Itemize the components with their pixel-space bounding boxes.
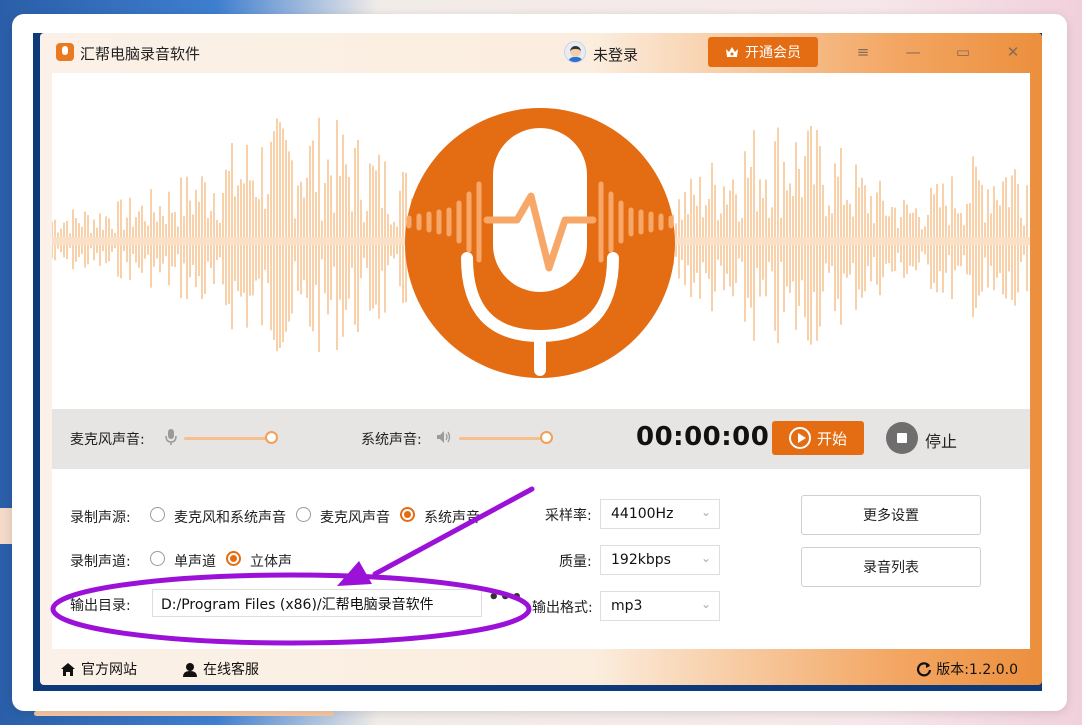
version-info: 版本:1.2.0.0 — [916, 659, 1018, 679]
record-list-button[interactable]: 录音列表 — [801, 547, 981, 587]
headset-icon — [183, 662, 197, 677]
home-icon — [61, 662, 75, 676]
source-label: 录制声源: — [70, 510, 131, 526]
browse-button[interactable]: ••• — [488, 587, 523, 608]
source-option-system-radio[interactable] — [400, 507, 415, 522]
output-dir-field[interactable]: D:/Program Files (x86)/汇帮电脑录音软件 — [152, 589, 482, 617]
channel-option-mono-radio[interactable] — [150, 551, 165, 566]
maximize-icon[interactable]: ▭ — [952, 41, 974, 63]
mic-volume-slider[interactable] — [184, 437, 276, 440]
hero-banner — [52, 73, 1030, 409]
output-dir-label: 输出目录: — [70, 598, 131, 614]
vip-button[interactable]: 开通会员 — [708, 37, 818, 67]
stop-icon[interactable] — [886, 422, 918, 454]
channel-label: 录制声道: — [70, 554, 131, 570]
footer-bar: 官方网站 在线客服 版本:1.2.0.0 — [40, 649, 1042, 685]
app-title: 汇帮电脑录音软件 — [80, 45, 201, 63]
microphone-icon — [164, 428, 178, 446]
vip-button-label: 开通会员 — [745, 45, 801, 61]
sample-rate-select[interactable]: 44100Hz ⌄ — [600, 499, 720, 529]
channel-option-stereo-radio[interactable] — [226, 551, 241, 566]
start-button-label: 开始 — [816, 429, 847, 448]
website-label: 官方网站 — [81, 662, 137, 678]
title-bar: 汇帮电脑录音软件 未登录 开通会员 ≡ — ▭ ✕ — [40, 33, 1042, 73]
system-volume-slider-thumb[interactable] — [540, 431, 554, 444]
quality-value: 192kbps — [611, 552, 671, 568]
mic-volume-label: 麦克风声音: — [70, 432, 145, 448]
more-settings-button[interactable]: 更多设置 — [801, 495, 981, 535]
chevron-down-icon: ⌄ — [700, 505, 711, 519]
format-label: 输出格式: — [532, 600, 593, 616]
source-option-mic-and-system[interactable]: 麦克风和系统声音 — [174, 507, 286, 527]
refresh-icon — [917, 662, 932, 677]
start-button[interactable]: 开始 — [772, 421, 864, 455]
format-value: mp3 — [611, 598, 643, 614]
format-select[interactable]: mp3 ⌄ — [600, 591, 720, 621]
login-status[interactable]: 未登录 — [593, 44, 638, 65]
website-link[interactable]: 官方网站 — [60, 659, 137, 679]
chevron-down-icon: ⌄ — [700, 597, 711, 611]
system-volume-slider[interactable] — [459, 437, 551, 440]
play-icon — [788, 427, 811, 449]
mic-volume-slider-thumb[interactable] — [265, 431, 279, 444]
sample-rate-label: 采样率: — [545, 508, 592, 524]
system-volume-label: 系统声音: — [361, 432, 422, 448]
speaker-icon — [436, 428, 451, 446]
stop-button-label[interactable]: 停止 — [925, 428, 957, 452]
desktop-background-bar — [34, 711, 334, 716]
microphone-logo-icon — [405, 108, 675, 378]
crown-icon — [725, 46, 739, 58]
quality-select[interactable]: 192kbps ⌄ — [600, 545, 720, 575]
support-label: 在线客服 — [203, 662, 259, 678]
version-label: 版本:1.2.0.0 — [936, 662, 1018, 678]
support-link[interactable]: 在线客服 — [182, 659, 259, 679]
source-option-system[interactable]: 系统声音 — [424, 507, 480, 527]
source-option-mic[interactable]: 麦克风声音 — [320, 507, 390, 527]
close-icon[interactable]: ✕ — [1002, 41, 1024, 63]
user-avatar-icon[interactable] — [564, 41, 586, 63]
settings-panel: 录制声源: 麦克风和系统声音 麦克风声音 系统声音 录制声道: 单声道 立体声 … — [52, 469, 1030, 649]
recording-controls: 麦克风声音: 系统声音: 00:00:00 开始 停止 — [52, 409, 1030, 469]
app-window: 汇帮电脑录音软件 未登录 开通会员 ≡ — ▭ ✕ 麦克风声音: 系统声音: 0… — [40, 33, 1042, 685]
minimize-icon[interactable]: — — [902, 41, 924, 63]
channel-option-mono[interactable]: 单声道 — [174, 551, 216, 571]
menu-icon[interactable]: ≡ — [852, 41, 874, 63]
quality-label: 质量: — [559, 554, 592, 570]
recording-timer: 00:00:00 — [636, 422, 770, 452]
chevron-down-icon: ⌄ — [700, 551, 711, 565]
source-option-mic-and-system-radio[interactable] — [150, 507, 165, 522]
app-logo-icon — [56, 43, 74, 61]
sample-rate-value: 44100Hz — [611, 506, 674, 522]
source-option-mic-radio[interactable] — [296, 507, 311, 522]
channel-option-stereo[interactable]: 立体声 — [250, 551, 292, 571]
